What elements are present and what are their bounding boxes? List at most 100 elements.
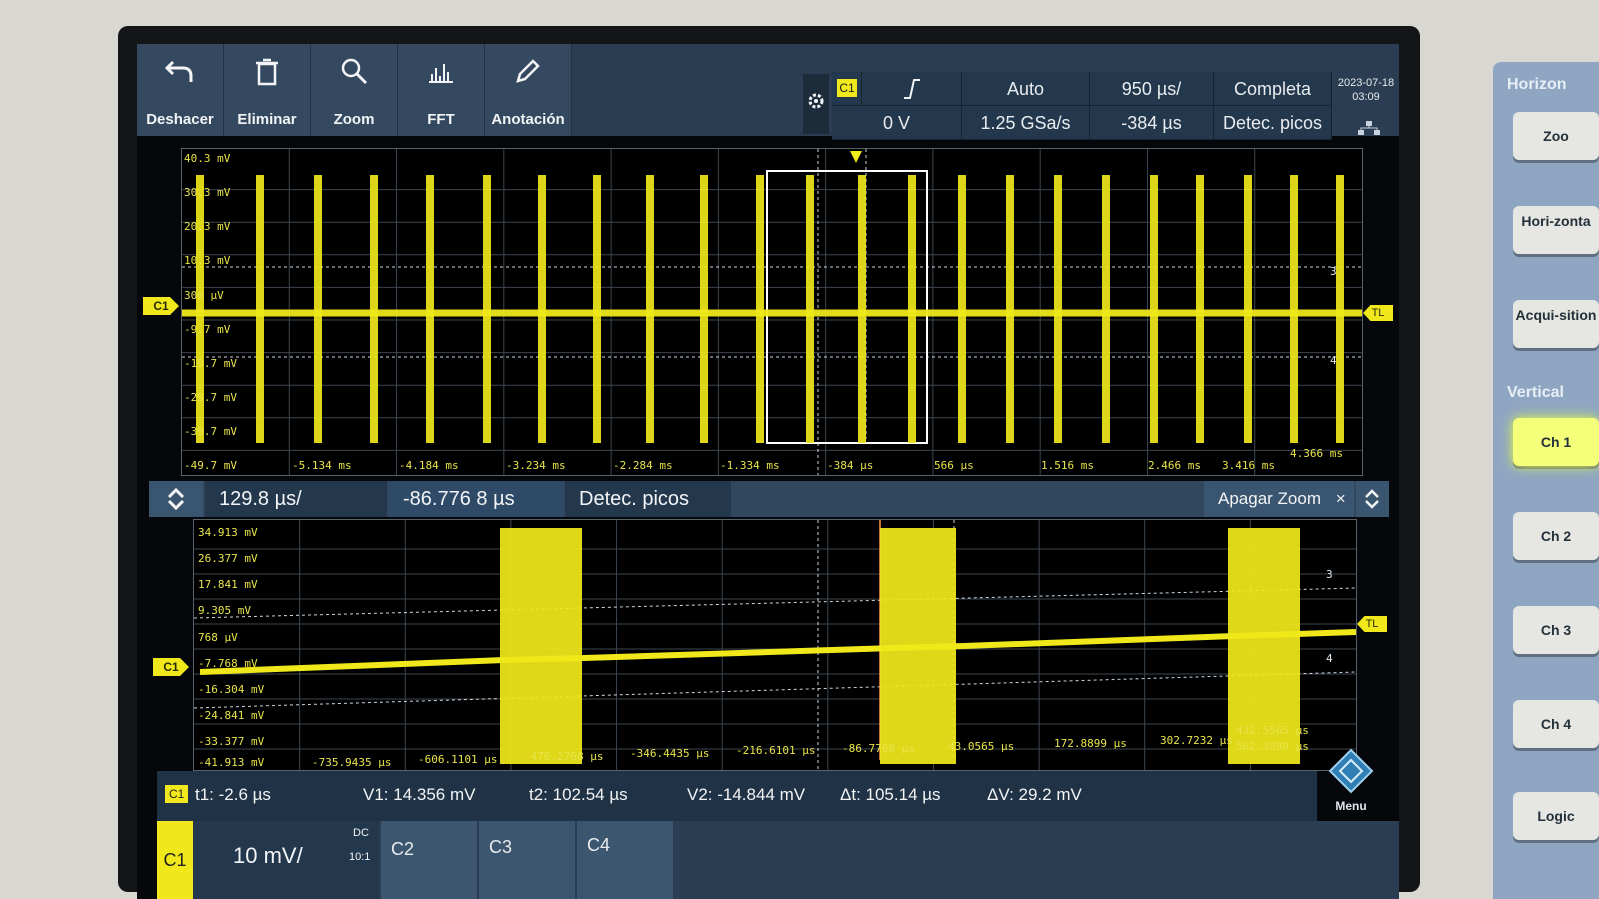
trigger-edge-icon [904,79,920,99]
pulse-burst [858,175,866,443]
zoom-cursor-3-tag[interactable]: 3 [1326,568,1333,581]
main-y-label: 20.3 mV [184,220,231,233]
zoom-waveform-svg [194,520,1356,770]
pulse-burst [646,175,654,443]
channel-c1-settings[interactable]: 10 mV/ DC 10:1 [193,821,379,899]
toolbar: Deshacer Eliminar Zoom FFT Anotación C1 … [137,44,1399,140]
acquisition-hw-button[interactable]: Acqui-sition [1513,300,1599,348]
fft-icon [429,64,453,83]
detection-mode[interactable]: Detec. picos [1214,106,1332,140]
close-icon[interactable]: × [1336,489,1346,508]
zoom-x-label: 172.8899 µs [1054,737,1127,750]
zoom-resize-handle[interactable] [149,481,203,517]
zoom-waveform-plot[interactable]: 34.913 mV 26.377 mV 17.841 mV 9.305 mV 7… [193,519,1357,771]
cursor-3-tag[interactable]: 3 [1330,265,1337,278]
trigger-channel-chip[interactable]: C1 [832,72,862,106]
zoom-y-label: -7.768 mV [198,657,258,670]
main-y-label: 40.3 mV [184,152,231,165]
zoom-y-label: 26.377 mV [198,552,258,565]
fft-button[interactable]: FFT [398,44,485,136]
zoom-trigger-level-marker[interactable]: TL [1357,616,1387,632]
zoom-button[interactable]: Zoom [311,44,398,136]
annotation-button[interactable]: Anotación [485,44,572,136]
menu-button[interactable]: Menu [1321,748,1381,818]
zoom-position[interactable]: -86.776 8 µs [389,481,563,517]
zoom-x-label: -346.4435 µs [630,747,710,760]
datetime: 2023-07-18 03:09 [1335,76,1397,104]
settings-button[interactable] [803,74,829,134]
zoom-y-label: -33.377 mV [198,735,265,748]
zoom-channel-marker[interactable]: C1 [153,658,189,676]
channel-c4-tab[interactable]: C4 [577,821,673,899]
main-y-label: -39.7 mV [184,425,237,438]
trigger-position-marker [850,151,862,163]
cursor-4-line [194,671,1356,709]
pulse-burst [908,175,916,443]
pulse-burst [958,175,966,443]
zoom-off-button[interactable]: Apagar Zoom × [1204,481,1354,517]
pulse-burst [806,175,814,443]
ch2-hw-button[interactable]: Ch 2 [1513,512,1599,560]
main-x-label: 4.366 ms [1290,447,1343,460]
horizontal-hw-button[interactable]: Hori-zonta [1513,206,1599,254]
updown-arrows-icon [167,487,185,511]
pulse-burst [756,175,764,443]
ch1-hw-button[interactable]: Ch 1 [1513,418,1599,466]
pulse-burst [880,528,956,764]
zoom-scale[interactable]: 129.8 µs/ [205,481,387,517]
sample-rate[interactable]: 1.25 GSa/s [962,106,1090,140]
main-channel-marker[interactable]: C1 [143,297,179,315]
main-waveform-plot[interactable]: 40.3 mV 30.3 mV 20.3 mV 10.3 mV 300 µV -… [181,148,1363,476]
ch3-hw-button[interactable]: Ch 3 [1513,606,1599,654]
cursor-4-tag[interactable]: 4 [1330,354,1337,367]
undo-button[interactable]: Deshacer [137,44,224,136]
trigger-channel-label: C1 [837,79,857,97]
zoom-x-label: 562.3899 µs [1236,740,1309,753]
zoom-hw-button[interactable]: Zoo [1513,112,1599,160]
channel-c2-tab[interactable]: C2 [381,821,477,899]
main-waveform-svg [182,149,1362,475]
zoom-info-bar: 129.8 µs/ -86.776 8 µs Detec. picos Apag… [149,481,1389,517]
date-text: 2023-07-18 [1337,77,1395,89]
channel-c1-tab[interactable]: C1 [157,821,193,899]
c1-probe-ratio: 10:1 [349,851,371,863]
acquisition-mode[interactable]: Completa [1214,72,1332,106]
zoom-x-label: -86.7768 µs [842,742,915,755]
zoom-cursor-4-tag[interactable]: 4 [1326,652,1333,665]
zoom-y-label: -24.841 mV [198,709,265,722]
zoom-detection-mode[interactable]: Detec. picos [565,481,731,517]
main-y-label: -19.7 mV [184,357,237,370]
menu-diamond-icon [1328,748,1374,794]
main-y-label: -49.7 mV [184,459,237,472]
fft-label: FFT [427,111,455,128]
cursor-t2: t2: 102.54 µs [529,785,628,804]
timebase-scale[interactable]: 950 µs/ [1090,72,1214,106]
main-trigger-level-marker[interactable]: TL [1363,305,1393,321]
cursor-v1: V1: 14.356 mV [363,785,476,804]
logic-hw-button[interactable]: Logic [1513,792,1599,840]
pencil-icon [516,59,540,83]
pulse-burst [593,175,601,443]
pulse-burst [500,528,582,764]
cursor-t1: t1: -2.6 µs [195,785,271,804]
trigger-mode[interactable]: Auto [962,72,1090,106]
pulse-burst [426,175,434,443]
side-control-panel: Horizon Zoo Hori-zonta Acqui-sition Vert… [1493,62,1599,899]
main-y-label: 300 µV [184,289,224,302]
vertical-section-title: Vertical [1507,384,1564,401]
menu-label: Menu [1335,799,1367,813]
main-x-label: -384 µs [827,459,874,472]
trigger-level[interactable]: 0 V [832,106,962,140]
delete-button[interactable]: Eliminar [224,44,311,136]
zoom-y-label: -41.913 mV [198,756,265,769]
updown-arrows-icon [1365,489,1379,509]
channel-c3-tab[interactable]: C3 [479,821,575,899]
main-x-label: -1.334 ms [720,459,780,472]
zoom-x-label: 432.5565 µs [1236,724,1309,737]
pulse-burst [256,175,264,443]
main-x-label: -3.234 ms [506,459,566,472]
ch4-hw-button[interactable]: Ch 4 [1513,700,1599,748]
zoom-position-arrows[interactable] [1356,481,1389,517]
horizontal-position[interactable]: -384 µs [1090,106,1214,140]
trigger-slope[interactable] [862,72,962,106]
